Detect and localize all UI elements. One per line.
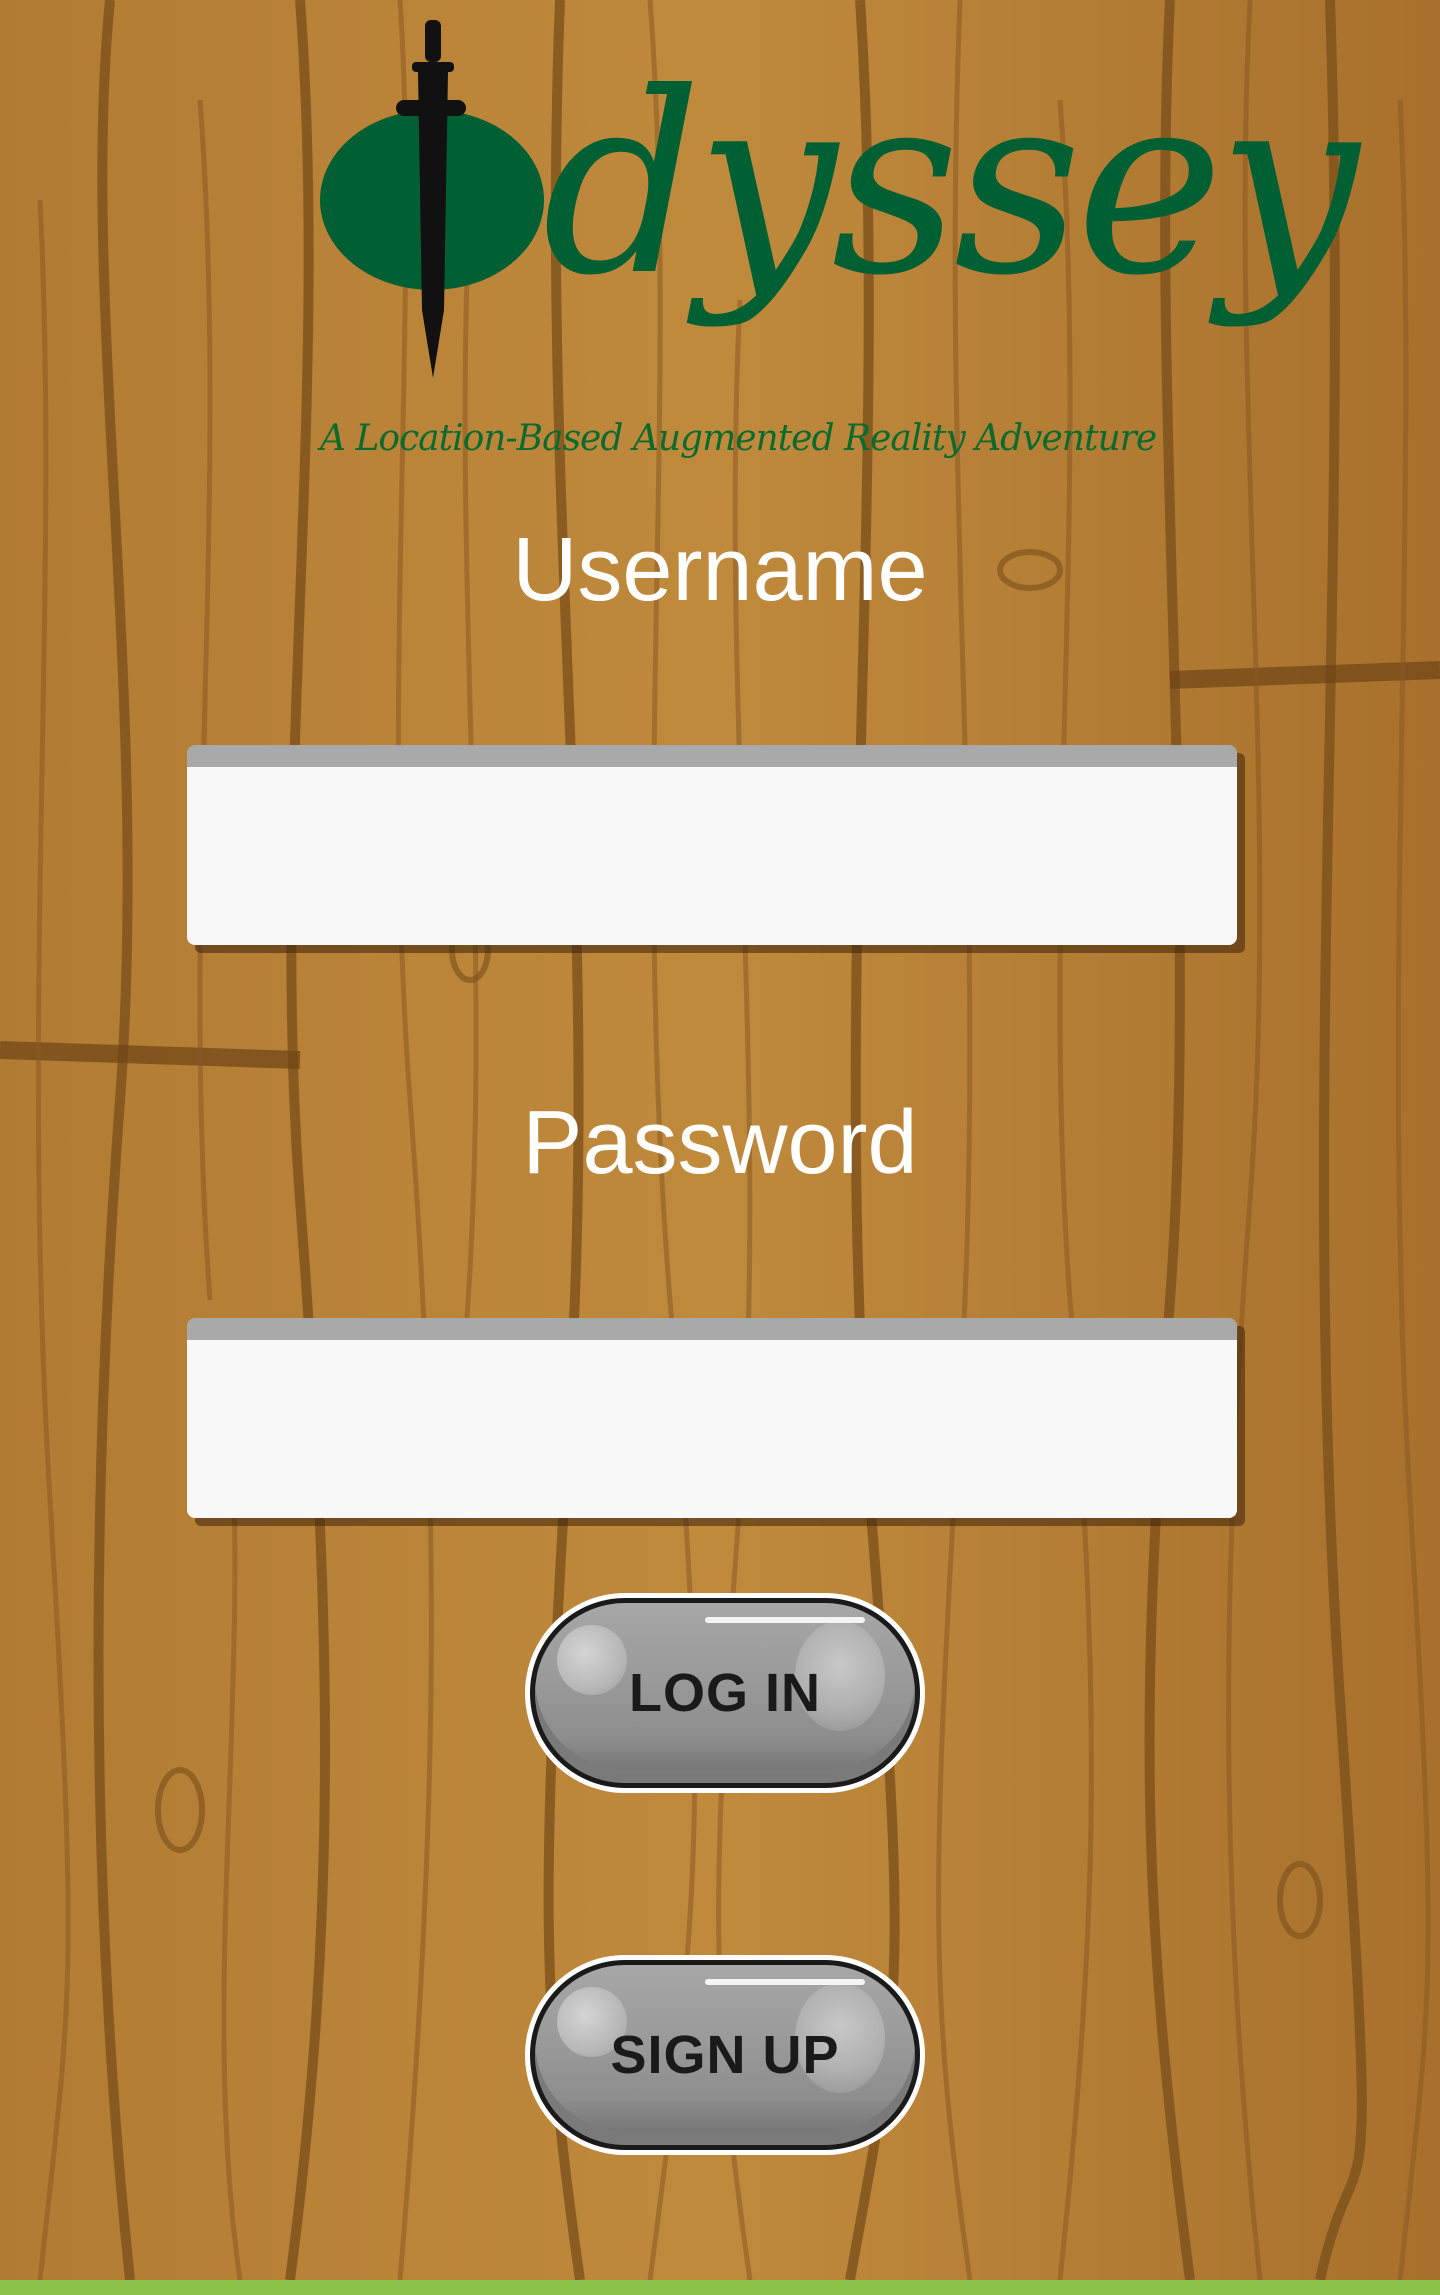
username-field-container	[187, 745, 1245, 953]
button-highlight	[557, 1625, 627, 1695]
login-button-label: LOG IN	[629, 1663, 821, 1723]
username-input[interactable]	[187, 745, 1237, 945]
login-button[interactable]: LOG IN	[525, 1593, 925, 1793]
button-gloss	[705, 1617, 865, 1623]
signup-button-border: SIGN UP	[530, 1960, 920, 2150]
login-button-border: LOG IN	[530, 1598, 920, 1788]
username-label: Username	[512, 520, 928, 620]
signup-button[interactable]: SIGN UP	[525, 1955, 925, 2155]
button-gloss	[705, 1979, 865, 1985]
bottom-accent-bar	[0, 2280, 1440, 2295]
logo-wordmark: dyssey	[542, 39, 1359, 330]
password-input[interactable]	[187, 1318, 1237, 1518]
signup-button-label: SIGN UP	[610, 2025, 840, 2085]
app-logo: dyssey A Location-Based Augmented Realit…	[320, 10, 1359, 490]
logo-tagline: A Location-Based Augmented Reality Adven…	[320, 418, 1157, 459]
signup-button-face: SIGN UP	[535, 1965, 915, 2145]
password-label: Password	[522, 1093, 918, 1193]
login-button-face: LOG IN	[535, 1603, 915, 1783]
password-field-container	[187, 1318, 1245, 1526]
